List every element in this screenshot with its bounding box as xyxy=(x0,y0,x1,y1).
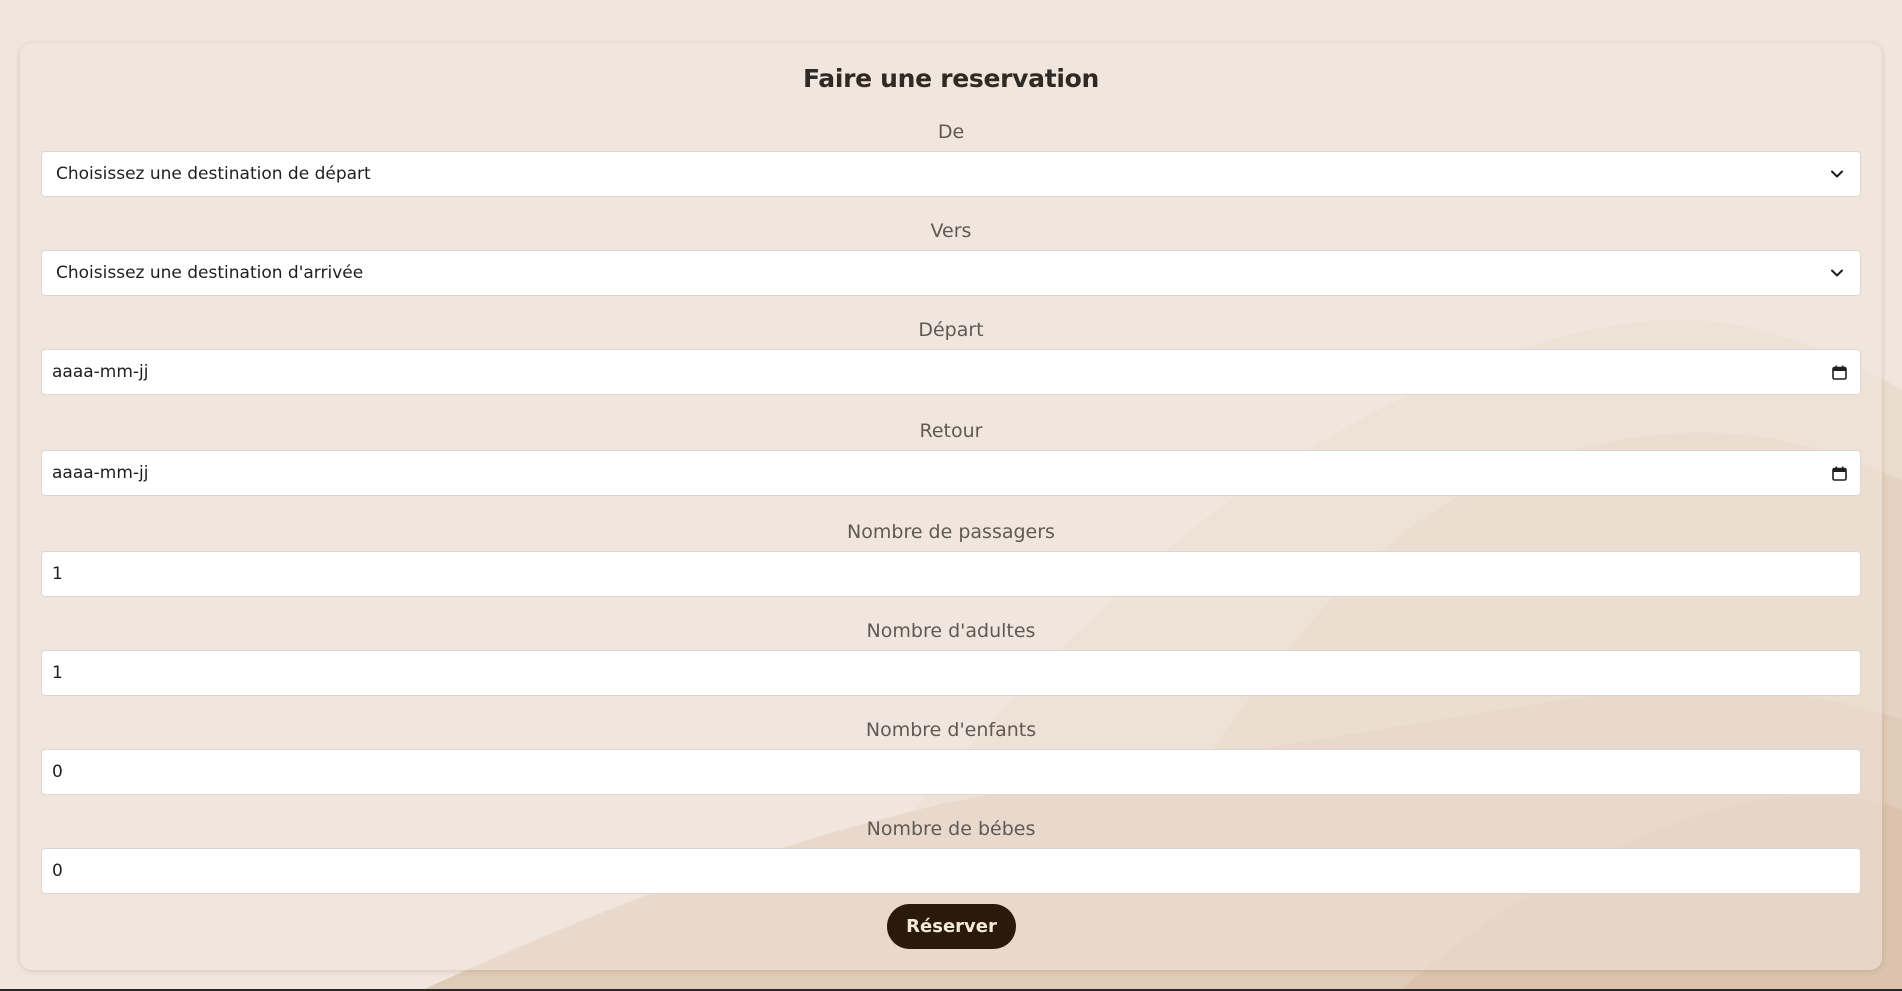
adults-input[interactable]: 1 xyxy=(41,650,1861,696)
children-label: Nombre d'enfants xyxy=(865,719,1037,741)
calendar-icon[interactable] xyxy=(1830,363,1848,381)
from-label: De xyxy=(937,121,965,143)
departure-date-label: Départ xyxy=(918,319,984,341)
adults-value: 1 xyxy=(52,663,63,683)
return-date-placeholder: aaaa-mm-jj xyxy=(52,463,149,483)
from-select[interactable]: Choisissez une destination de départ xyxy=(41,151,1861,197)
reserve-button[interactable]: Réserver xyxy=(887,904,1016,949)
passengers-value: 1 xyxy=(52,564,63,584)
to-select[interactable]: Choisissez une destination d'arrivée xyxy=(41,250,1861,296)
chevron-down-icon xyxy=(1828,165,1846,183)
adults-label: Nombre d'adultes xyxy=(866,620,1036,642)
babies-label: Nombre de bébes xyxy=(866,818,1036,840)
babies-input[interactable]: 0 xyxy=(41,848,1861,894)
calendar-icon[interactable] xyxy=(1830,464,1848,482)
passengers-label: Nombre de passagers xyxy=(847,521,1055,543)
return-date-input[interactable]: aaaa-mm-jj xyxy=(41,450,1861,496)
return-date-label: Retour xyxy=(919,420,983,442)
departure-date-placeholder: aaaa-mm-jj xyxy=(52,362,149,382)
children-input[interactable]: 0 xyxy=(41,749,1861,795)
to-select-value: Choisissez une destination d'arrivée xyxy=(56,263,364,283)
passengers-input[interactable]: 1 xyxy=(41,551,1861,597)
babies-value: 0 xyxy=(52,861,63,881)
to-label: Vers xyxy=(930,220,972,242)
from-select-value: Choisissez une destination de départ xyxy=(56,164,371,184)
departure-date-input[interactable]: aaaa-mm-jj xyxy=(41,349,1861,395)
children-value: 0 xyxy=(52,762,63,782)
page-title: Faire une reservation xyxy=(802,64,1100,93)
chevron-down-icon xyxy=(1828,264,1846,282)
